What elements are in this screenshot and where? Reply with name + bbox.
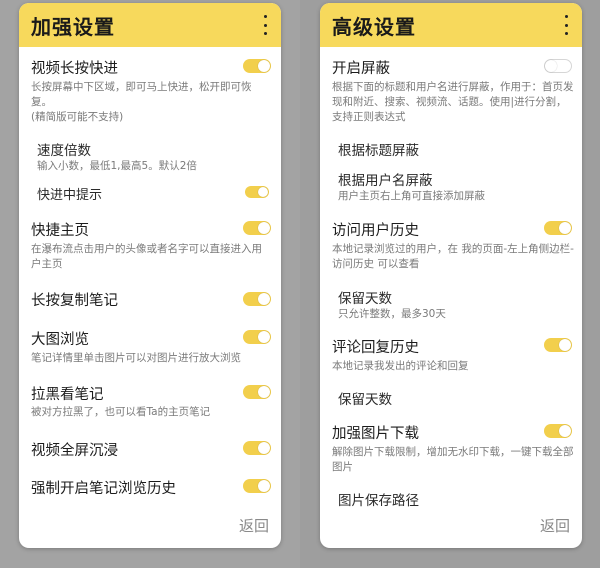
- speed-multiplier-label[interactable]: 速度倍数: [37, 139, 91, 159]
- retain-days-desc: 只允许整数，最多30天: [338, 308, 446, 320]
- dialog-header: 高级设置: [320, 3, 582, 47]
- desc-line: 长按屏幕中下区域，即可马上快进，松开即可恢复。: [31, 81, 252, 108]
- video-long-press-ff-desc: 长按屏幕中下区域，即可马上快进，松开即可恢复。 (精简版可能不支持): [31, 80, 271, 125]
- fullscreen-immersive-toggle[interactable]: [243, 441, 271, 455]
- back-button[interactable]: 返回: [239, 515, 269, 536]
- quick-homepage-label: 快捷主页: [31, 223, 89, 239]
- desc-note: (精简版可能不支持): [31, 111, 124, 123]
- large-image-label: 大图浏览: [31, 332, 89, 348]
- large-image-toggle[interactable]: [243, 330, 271, 344]
- ff-hint-label: 快进中提示: [37, 188, 103, 203]
- advanced-settings-dialog: 高级设置 开启屏蔽 根据下面的标题和用户名进行屏蔽，作用于：首页发现和附近、搜索…: [320, 3, 582, 548]
- long-press-copy-label: 长按复制笔记: [31, 293, 118, 309]
- quick-homepage-toggle[interactable]: [243, 221, 271, 235]
- block-by-title-label[interactable]: 根据标题屏蔽: [338, 139, 419, 159]
- visit-history-label: 访问用户历史: [332, 223, 419, 239]
- blocked-view-label: 拉黑看笔记: [31, 387, 104, 403]
- more-vertical-icon[interactable]: [558, 13, 574, 37]
- dialog-title: 加强设置: [31, 15, 115, 39]
- image-save-path-label[interactable]: 图片保存路径: [338, 489, 419, 509]
- enable-block-toggle[interactable]: [544, 59, 572, 73]
- visit-history-toggle[interactable]: [544, 221, 572, 235]
- retain-days-2-label[interactable]: 保留天数: [338, 388, 392, 408]
- enable-block-desc: 根据下面的标题和用户名进行屏蔽，作用于：首页发现和附近、搜索、视频流、话题。使用…: [332, 81, 574, 123]
- dialog-title: 高级设置: [332, 15, 416, 39]
- retain-days-label[interactable]: 保留天数: [338, 287, 392, 307]
- enhanced-download-desc: 解除图片下载限制，增加无水印下载，一键下载全部图片: [332, 446, 574, 473]
- blocked-view-toggle[interactable]: [243, 385, 271, 399]
- visit-history-desc: 本地记录浏览过的用户，在 我的页面-左上角侧边栏-访问历史 可以查看: [332, 243, 574, 270]
- block-by-username-desc: 用户主页右上角可直接添加屏蔽: [338, 190, 485, 202]
- comment-history-desc: 本地记录我发出的评论和回复: [332, 360, 469, 372]
- large-image-desc: 笔记详情里单击图片可以对图片进行放大浏览: [31, 352, 241, 364]
- comment-history-toggle[interactable]: [544, 338, 572, 352]
- enhanced-download-toggle[interactable]: [544, 424, 572, 438]
- force-history-label: 强制开启笔记浏览历史: [31, 481, 176, 497]
- video-long-press-ff-toggle[interactable]: [243, 59, 271, 73]
- force-history-toggle[interactable]: [243, 479, 271, 493]
- enhanced-download-label: 加强图片下载: [332, 426, 419, 442]
- long-press-copy-toggle[interactable]: [243, 292, 271, 306]
- video-long-press-ff-label: 视频长按快进: [31, 61, 118, 77]
- dialog-header: 加强设置: [19, 3, 281, 47]
- block-by-username-label[interactable]: 根据用户名屏蔽: [338, 169, 433, 189]
- back-button[interactable]: 返回: [540, 515, 570, 536]
- blocked-view-desc: 被对方拉黑了，也可以看Ta的主页笔记: [31, 406, 211, 418]
- quick-homepage-desc: 在瀑布流点击用户的头像或者名字可以直接进入用户主页: [31, 243, 262, 270]
- enable-block-label: 开启屏蔽: [332, 61, 390, 77]
- enhanced-settings-dialog: 加强设置 视频长按快进 长按屏幕中下区域，即可马上快进，松开即可恢复。 (精简版…: [19, 3, 281, 548]
- comment-history-label: 评论回复历史: [332, 340, 419, 356]
- more-vertical-icon[interactable]: [257, 13, 273, 37]
- fullscreen-immersive-label: 视频全屏沉浸: [31, 443, 118, 459]
- speed-multiplier-desc: 输入小数，最低1,最高5。默认2倍: [37, 160, 197, 172]
- ff-hint-toggle[interactable]: [245, 186, 269, 198]
